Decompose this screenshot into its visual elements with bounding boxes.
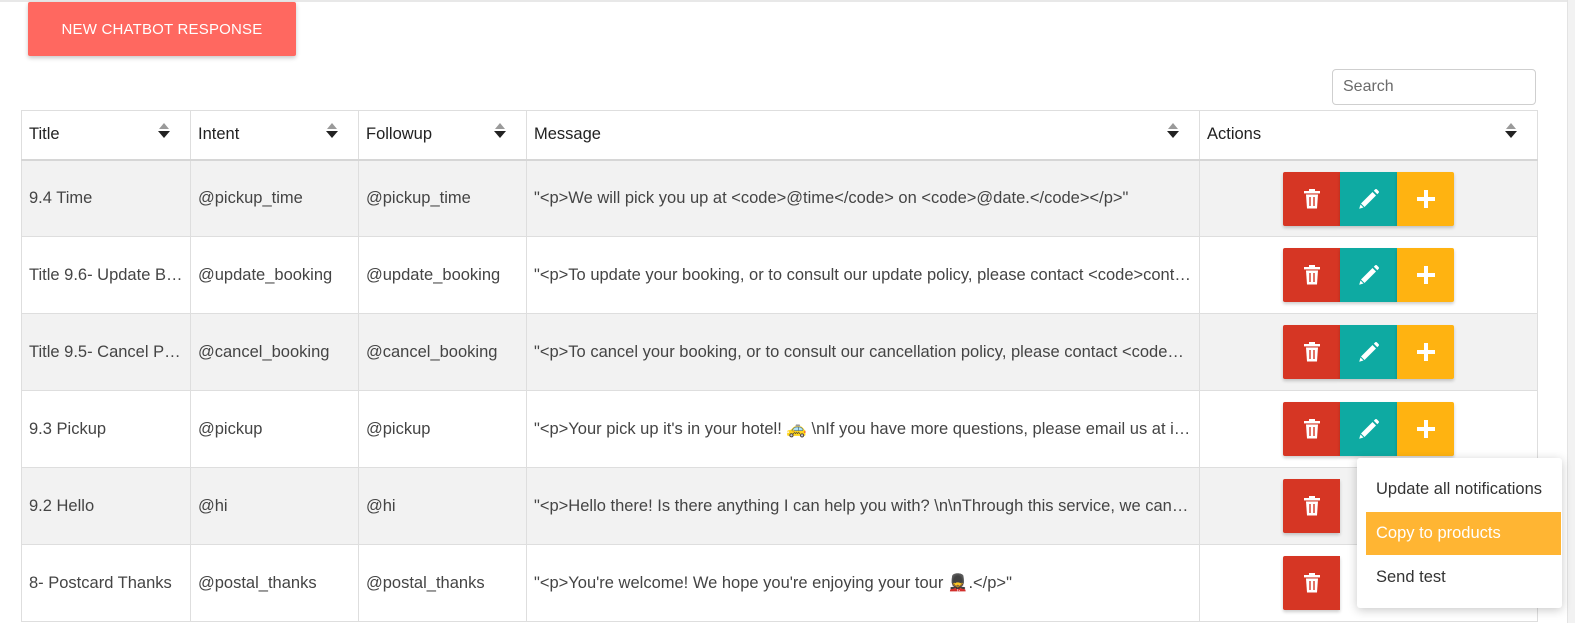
column-header-intent[interactable]: Intent (190, 110, 359, 161)
edit-button[interactable] (1340, 248, 1397, 302)
pencil-icon (1358, 188, 1380, 210)
edit-button[interactable] (1340, 171, 1397, 226)
pencil-icon (1358, 341, 1380, 363)
delete-button[interactable] (1283, 556, 1340, 610)
delete-button[interactable] (1283, 402, 1340, 456)
column-header-title-label: Title (29, 125, 60, 144)
row-action-group (1283, 248, 1454, 302)
cell-followup: @pickup_time (358, 159, 527, 237)
table-header-row: Title Intent Followup Message Actions (21, 110, 1538, 161)
responses-table: Title Intent Followup Message Actions 9.… (21, 110, 1538, 622)
sort-icon[interactable] (1167, 123, 1179, 138)
add-button[interactable] (1397, 402, 1454, 456)
edit-button[interactable] (1340, 325, 1397, 379)
table-row: 9.4 Time @pickup_time @pickup_time "<p>We w… (21, 159, 1538, 237)
edit-button[interactable] (1340, 402, 1397, 456)
cell-actions (1199, 159, 1538, 237)
cell-title: Title 9.5- Cancel Policy (21, 313, 191, 391)
column-header-actions-label: Actions (1207, 125, 1262, 144)
cell-intent: @pickup_time (190, 159, 359, 237)
column-header-followup-label: Followup (366, 125, 433, 144)
delete-button[interactable] (1283, 325, 1340, 379)
cell-message: "<p>Your pick up it's in your hotel! 🚕 \… (526, 390, 1200, 468)
pencil-icon (1358, 418, 1380, 440)
column-header-intent-label: Intent (198, 125, 240, 144)
trash-icon (1303, 265, 1321, 285)
add-button[interactable] (1397, 171, 1454, 226)
sort-icon[interactable] (494, 123, 506, 138)
menu-item-send-test[interactable]: Send test (1366, 556, 1561, 599)
cell-title: Title 9.6- Update Booking (21, 236, 191, 314)
delete-button[interactable] (1283, 248, 1340, 302)
actions-context-menu: Update all notifications Copy to product… (1357, 458, 1562, 608)
cell-actions (1199, 236, 1538, 314)
cell-followup: @cancel_booking (358, 313, 527, 391)
plus-icon (1416, 420, 1435, 438)
cell-message: "<p>You're welcome! We hope you're enjoy… (526, 544, 1200, 622)
cell-message: "<p>We will pick you up at <code>@time</… (526, 159, 1200, 237)
cell-message: "<p>To update your booking, or to consul… (526, 236, 1200, 314)
page-scrollbar[interactable] (1567, 0, 1575, 623)
trash-icon (1303, 342, 1321, 362)
cell-actions (1199, 313, 1538, 391)
trash-icon (1303, 188, 1321, 209)
cell-followup: @pickup (358, 390, 527, 468)
cell-intent: @hi (190, 467, 359, 545)
cell-title: 8- Postcard Thanks (21, 544, 191, 622)
column-header-message-label: Message (534, 125, 601, 144)
cell-followup: @postal_thanks (358, 544, 527, 622)
cell-followup: @update_booking (358, 236, 527, 314)
cell-title: 9.4 Time (21, 159, 191, 237)
cell-intent: @postal_thanks (190, 544, 359, 622)
add-button[interactable] (1397, 325, 1454, 379)
cell-followup: @hi (358, 467, 527, 545)
cell-title: 9.2 Hello (21, 467, 191, 545)
new-chatbot-response-button[interactable]: NEW CHATBOT RESPONSE (28, 2, 296, 56)
table-row: Title 9.6- Update Booking@update_booking… (21, 236, 1538, 314)
plus-icon (1416, 189, 1435, 208)
trash-icon (1303, 496, 1321, 516)
column-header-title[interactable]: Title (21, 110, 191, 161)
cell-message: "<p>To cancel your booking, or to consul… (526, 313, 1200, 391)
table-row: Title 9.5- Cancel Policy @cancel_booking @… (21, 313, 1538, 391)
pencil-icon (1358, 264, 1380, 286)
trash-icon (1303, 573, 1321, 593)
plus-icon (1416, 266, 1435, 284)
row-action-group (1283, 171, 1454, 226)
sort-icon[interactable] (1505, 123, 1517, 138)
trash-icon (1303, 419, 1321, 439)
column-header-message[interactable]: Message (526, 110, 1200, 161)
cell-actions (1199, 390, 1538, 468)
cell-intent: @update_booking (190, 236, 359, 314)
menu-item-update-all-notifications[interactable]: Update all notifications (1366, 468, 1561, 511)
column-header-followup[interactable]: Followup (358, 110, 527, 161)
row-action-group (1283, 402, 1454, 456)
plus-icon (1416, 343, 1435, 361)
sort-icon[interactable] (326, 123, 338, 138)
delete-button[interactable] (1283, 171, 1340, 226)
menu-item-copy-to-products[interactable]: Copy to products (1366, 512, 1561, 555)
cell-intent: @pickup (190, 390, 359, 468)
add-button[interactable] (1397, 248, 1454, 302)
row-action-group (1283, 325, 1454, 379)
delete-button[interactable] (1283, 479, 1340, 533)
table-row: 9.3 Pickup @pickup @pickup "<p>Your pick up… (21, 390, 1538, 468)
table-row: 9.2 Hello @hi @hi "<p>Hello there! Is there… (21, 467, 1538, 545)
column-header-actions[interactable]: Actions (1199, 110, 1538, 161)
cell-message: "<p>Hello there! Is there anything I can… (526, 467, 1200, 545)
table-row: 8- Postcard Thanks @postal_thanks @postal_… (21, 544, 1538, 622)
cell-intent: @cancel_booking (190, 313, 359, 391)
cell-title: 9.3 Pickup (21, 390, 191, 468)
search-input[interactable] (1332, 69, 1536, 105)
sort-icon[interactable] (158, 123, 170, 138)
